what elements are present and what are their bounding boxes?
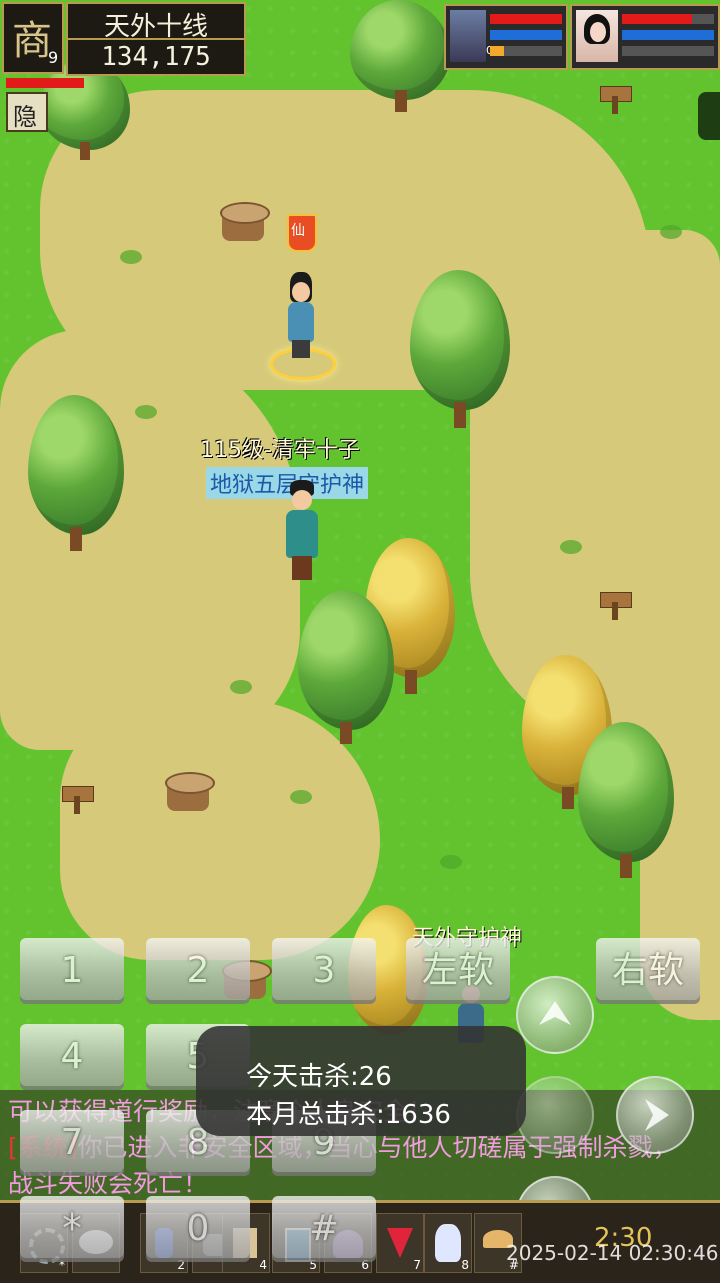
player-character[interactable] bbox=[278, 480, 328, 585]
soldier-portrait-icon bbox=[450, 10, 486, 62]
side-menu-toggle[interactable] bbox=[698, 92, 720, 140]
signpost bbox=[600, 588, 632, 620]
timestamp: 2025-02-14 02:30:46 bbox=[506, 1241, 719, 1265]
key-7[interactable]: 7 bbox=[20, 1110, 124, 1176]
player-hp-bar bbox=[6, 78, 84, 88]
lady-portrait-icon bbox=[576, 10, 618, 62]
player-status-panel[interactable]: 商 9 天外十线 134,175 bbox=[0, 0, 250, 80]
dpad-center-button[interactable] bbox=[516, 1076, 594, 1154]
dpad-up-button[interactable] bbox=[516, 976, 594, 1054]
party-member-1[interactable]: 0 bbox=[444, 4, 568, 70]
key-hash[interactable]: # bbox=[272, 1196, 376, 1262]
key-1[interactable]: 1 bbox=[20, 938, 124, 1004]
left-soft-key[interactable]: 左软 bbox=[406, 938, 510, 1004]
dirt-path bbox=[60, 700, 380, 960]
flag-icon bbox=[387, 1228, 413, 1258]
key-3[interactable]: 3 bbox=[272, 938, 376, 1004]
map-coordinates: 134,175 bbox=[101, 42, 211, 72]
slot-flag[interactable]: 7 bbox=[376, 1213, 424, 1273]
key-4[interactable]: 4 bbox=[20, 1024, 124, 1090]
signpost bbox=[62, 782, 94, 814]
class-emblem[interactable]: 商 9 bbox=[2, 2, 64, 74]
arrow-right-icon bbox=[645, 1099, 669, 1131]
signpost bbox=[600, 82, 632, 114]
key-star[interactable]: * bbox=[20, 1196, 124, 1262]
kill-count-toast: 今天击杀:26 本月总击杀:1636 bbox=[196, 1026, 526, 1136]
party-member-2[interactable] bbox=[570, 4, 720, 70]
slot-rabbit[interactable]: 8 bbox=[424, 1213, 472, 1273]
rabbit-icon bbox=[435, 1224, 461, 1262]
key-2[interactable]: 2 bbox=[146, 938, 250, 1004]
right-soft-key[interactable]: 右软 bbox=[596, 938, 700, 1004]
dpad-right-button[interactable] bbox=[616, 1076, 694, 1154]
class-glyph: 商 bbox=[12, 18, 52, 64]
guild-banner-icon: 仙 bbox=[287, 214, 317, 254]
player-level-name: 115级-清牢十子 bbox=[200, 438, 360, 463]
tree-stump bbox=[165, 772, 215, 816]
arrow-up-icon bbox=[539, 1001, 571, 1025]
companion-character[interactable] bbox=[268, 268, 338, 388]
today-kills: 今天击杀:26 bbox=[246, 1062, 392, 1092]
hide-button[interactable]: 隐 bbox=[6, 92, 48, 132]
dirt-path bbox=[0, 330, 300, 750]
tree-stump bbox=[220, 202, 270, 246]
month-kills: 本月总击杀:1636 bbox=[246, 1100, 451, 1130]
key-0[interactable]: 0 bbox=[146, 1196, 250, 1262]
emblem-level: 9 bbox=[48, 48, 59, 67]
